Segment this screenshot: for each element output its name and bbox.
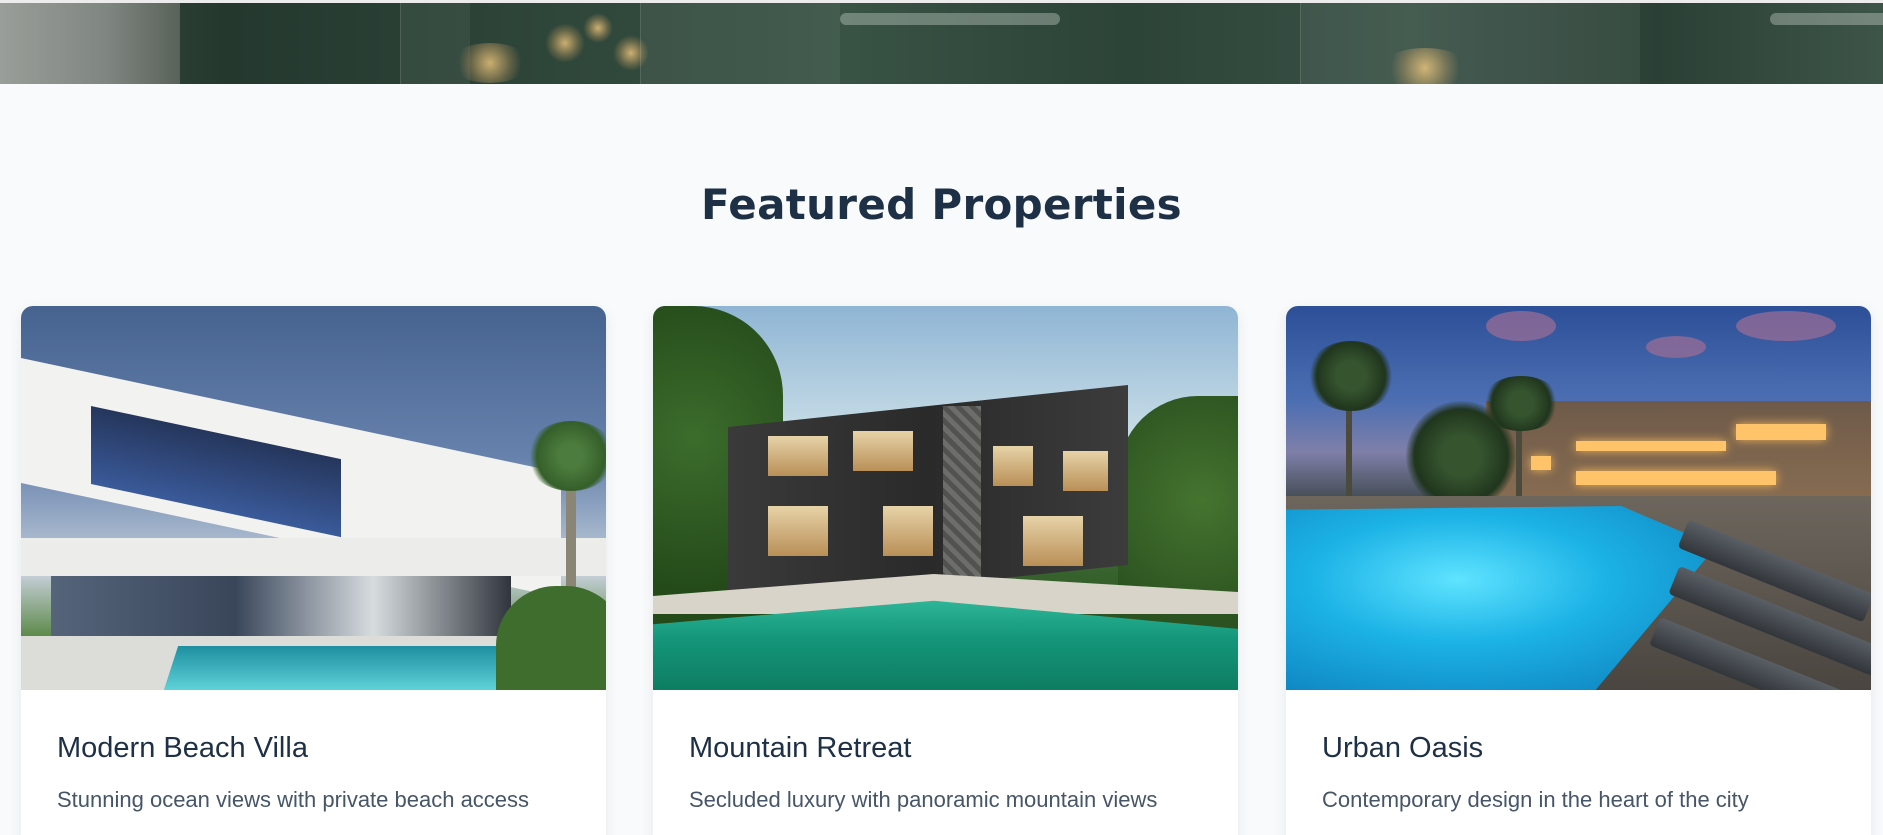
photo-shape	[496, 586, 606, 690]
photo-shape	[1576, 441, 1726, 451]
photo-shape	[1118, 396, 1238, 656]
photo-shape	[993, 446, 1033, 486]
photo-shape	[163, 646, 529, 690]
photo-shape	[943, 406, 981, 586]
hero-lamp-glow	[583, 13, 613, 43]
hero-image	[0, 0, 1883, 84]
photo-shape	[768, 436, 828, 476]
photo-shape	[1531, 456, 1551, 470]
photo-shape	[1306, 341, 1396, 411]
photo-shape	[21, 538, 606, 576]
card-body: Modern Beach Villa Stunning ocean views …	[21, 690, 606, 813]
photo-shape	[728, 384, 1128, 608]
property-photo	[653, 306, 1238, 690]
property-card[interactable]: Modern Beach Villa Stunning ocean views …	[21, 306, 606, 835]
photo-shape	[768, 506, 828, 556]
photo-shape	[1736, 424, 1826, 440]
hero-wall-shape	[0, 3, 180, 84]
property-description: Secluded luxury with panoramic mountain …	[689, 787, 1158, 812]
hero-panel	[1300, 3, 1640, 84]
page: Featured Properties Modern Beach Villa S…	[0, 0, 1883, 835]
photo-shape	[883, 506, 933, 556]
hero-lamp-glow	[545, 23, 585, 63]
photo-shape	[1486, 311, 1556, 341]
section-title: Featured Properties	[701, 180, 1182, 229]
property-description: Stunning ocean views with private beach …	[57, 787, 530, 812]
photo-shape	[526, 421, 606, 491]
hero-light-beam	[1770, 13, 1883, 25]
photo-shape	[1576, 471, 1776, 485]
photo-shape	[1023, 516, 1083, 566]
hero-lamp-glow	[450, 43, 530, 83]
property-description: Contemporary design in the heart of the …	[1322, 787, 1749, 812]
property-card[interactable]: Mountain Retreat Secluded luxury with pa…	[653, 306, 1238, 835]
property-title[interactable]: Mountain Retreat	[689, 732, 1202, 765]
photo-shape	[1063, 451, 1108, 491]
photo-shape	[1646, 336, 1706, 358]
photo-shape	[1406, 401, 1516, 511]
property-title[interactable]: Modern Beach Villa	[57, 732, 570, 765]
hero-panel	[640, 3, 840, 84]
card-body: Urban Oasis Contemporary design in the h…	[1286, 690, 1871, 813]
property-photo	[1286, 306, 1871, 690]
hero-lamp-glow	[1380, 48, 1470, 84]
hero-lamp-glow	[613, 35, 649, 71]
photo-shape	[853, 431, 913, 471]
photo-shape	[1736, 311, 1836, 341]
property-card[interactable]: Urban Oasis Contemporary design in the h…	[1286, 306, 1871, 835]
card-body: Mountain Retreat Secluded luxury with pa…	[653, 690, 1238, 813]
property-title[interactable]: Urban Oasis	[1322, 732, 1835, 765]
property-photo	[21, 306, 606, 690]
hero-light-beam	[840, 13, 1060, 25]
